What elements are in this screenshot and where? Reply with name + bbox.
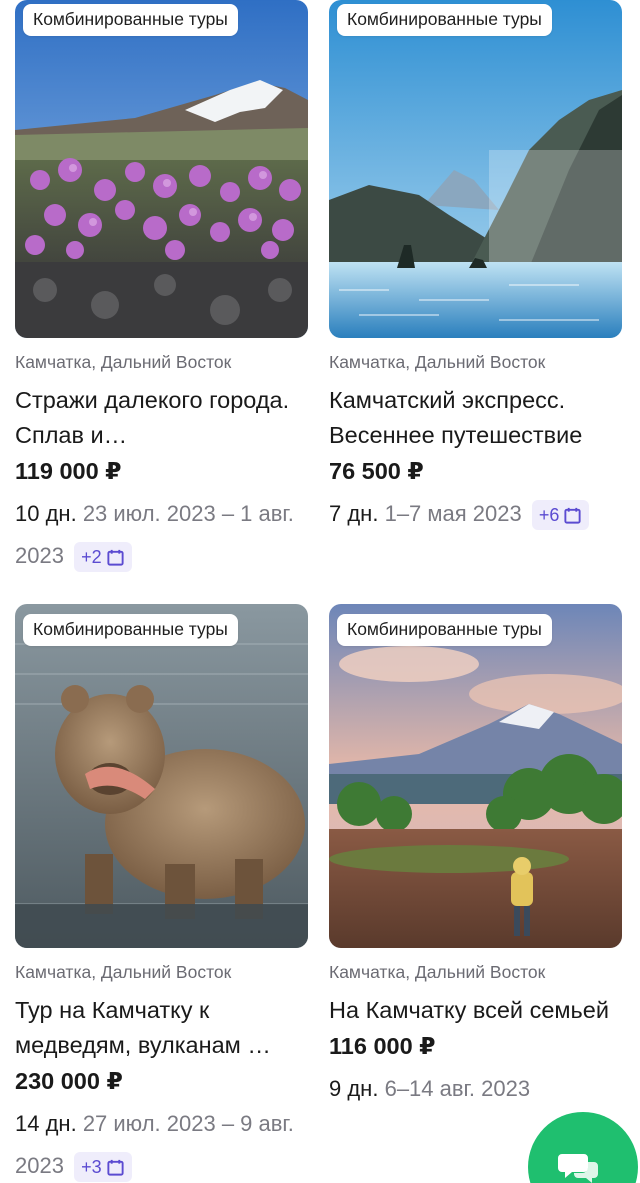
tour-category-tag: Комбинированные туры	[23, 4, 238, 36]
more-dates-button[interactable]: +3	[74, 1152, 132, 1183]
calendar-icon	[107, 549, 124, 566]
tour-duration: 7 дн.	[329, 501, 379, 526]
tour-title[interactable]: Стражи далекого города. Сплав и…	[15, 383, 308, 453]
tour-grid: Комбинированные туры Камчатка, Дальний В…	[0, 0, 640, 1183]
calendar-icon	[564, 507, 581, 524]
tour-price: 116 000 ₽	[329, 1033, 436, 1059]
chat-bubbles-icon	[558, 1154, 598, 1183]
tour-dates: 7 дн. 1–7 мая 2023 +6	[329, 493, 622, 535]
calendar-icon	[107, 1159, 124, 1176]
tour-category-tag: Комбинированные туры	[337, 4, 552, 36]
tour-price: 119 000 ₽	[15, 458, 122, 484]
tour-photo-mountain-flowers[interactable]: Комбинированные туры	[15, 0, 308, 338]
more-dates-count: +2	[81, 547, 102, 568]
tour-price: 230 000 ₽	[15, 1068, 123, 1094]
tour-price: 76 500 ₽	[329, 458, 424, 484]
tour-photo-coastal-cliffs[interactable]: Комбинированные туры	[329, 0, 622, 338]
tour-region: Камчатка, Дальний Восток	[15, 352, 232, 372]
tour-duration: 9 дн.	[329, 1076, 379, 1101]
tour-card[interactable]: Комбинированные туры Камчатка, Дальний В…	[329, 0, 622, 535]
tour-card[interactable]: Комбинированные туры Камчатка, Дальний В…	[15, 604, 308, 1183]
tour-card[interactable]: Комбинированные туры Камчатка, Дальний В…	[329, 604, 622, 1110]
tour-region: Камчатка, Дальний Восток	[15, 962, 232, 982]
more-dates-count: +3	[81, 1157, 102, 1178]
tour-region: Камчатка, Дальний Восток	[329, 962, 546, 982]
more-dates-button[interactable]: +2	[74, 542, 132, 573]
tour-title[interactable]: На Камчатку всей семьей	[329, 993, 622, 1028]
tour-date-range: 1–7 мая 2023	[384, 501, 522, 526]
tour-dates: 9 дн. 6–14 авг. 2023	[329, 1068, 622, 1110]
more-dates-button[interactable]: +6	[531, 500, 590, 531]
tour-title[interactable]: Камчатский экспресс. Весеннее путешестви…	[329, 383, 622, 453]
tour-category-tag: Комбинированные туры	[23, 614, 238, 646]
tour-card[interactable]: Комбинированные туры Камчатка, Дальний В…	[15, 0, 308, 577]
more-dates-count: +6	[538, 505, 560, 526]
tour-duration: 10 дн.	[15, 501, 77, 526]
tour-region: Камчатка, Дальний Восток	[329, 352, 546, 372]
tour-title[interactable]: Тур на Камчатку к медведям, вулканам …	[15, 993, 308, 1063]
tour-duration: 14 дн.	[15, 1111, 77, 1136]
tour-dates: 10 дн. 23 июл. 2023 – 1 авг. 2023 +2	[15, 493, 308, 577]
tour-photo-bear[interactable]: Комбинированные туры	[15, 604, 308, 948]
tour-photo-volcano-child[interactable]: Комбинированные туры	[329, 604, 622, 948]
tour-dates: 14 дн. 27 июл. 2023 – 9 авг. 2023 +3	[15, 1103, 308, 1183]
tour-date-range: 6–14 авг. 2023	[384, 1076, 531, 1101]
tour-category-tag: Комбинированные туры	[337, 614, 552, 646]
